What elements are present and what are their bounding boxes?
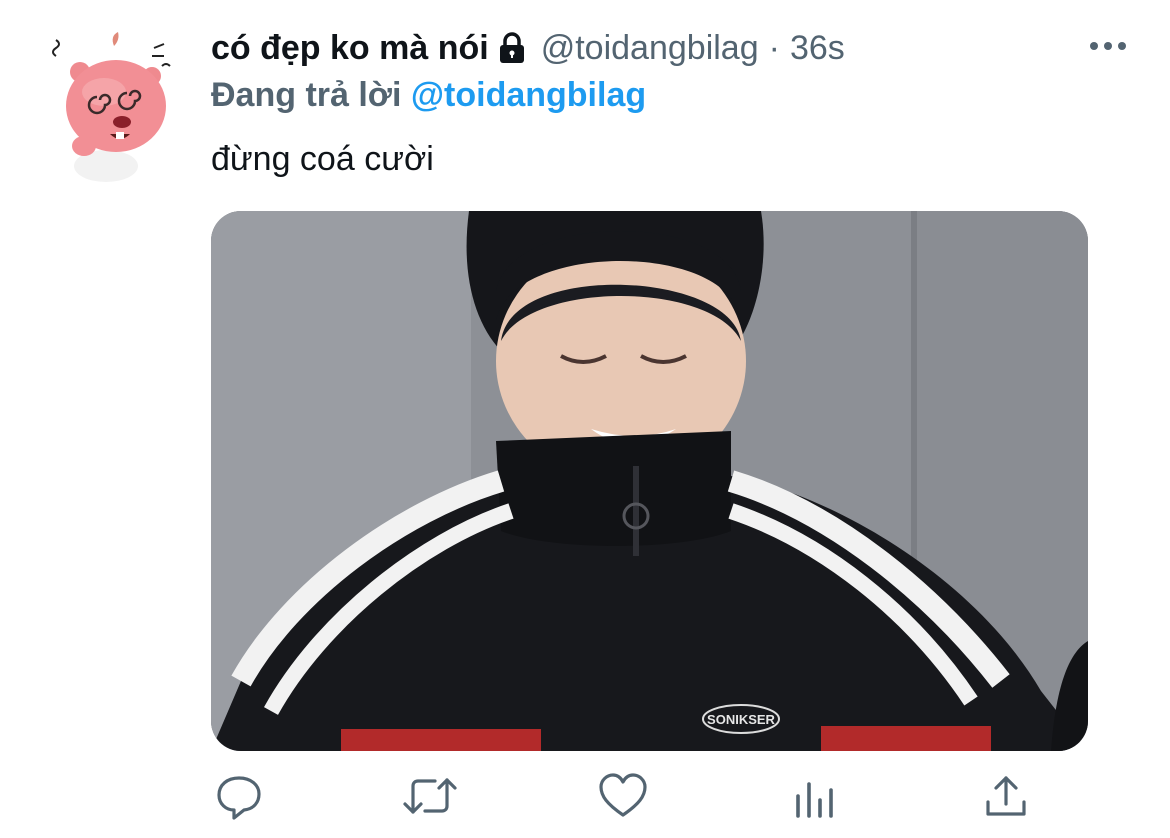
photo: SONIKSER	[211, 211, 1088, 751]
avatar-image	[52, 32, 171, 182]
replying-to-handle[interactable]: @toidangbilag	[411, 76, 646, 114]
heart-icon[interactable]	[597, 770, 649, 822]
retweet-icon[interactable]	[401, 770, 459, 822]
tweet-text: đừng coá cười	[211, 140, 434, 178]
replying-to: Đang trả lời @toidangbilag	[211, 76, 646, 115]
tweet-media-image[interactable]: SONIKSER	[211, 211, 1088, 751]
tweet-actions	[0, 770, 1170, 830]
tweet-header: có đẹp ko mà nói @toidangbilag · 36s	[211, 26, 845, 70]
avatar[interactable]	[44, 26, 174, 182]
reply-icon[interactable]	[213, 770, 265, 822]
lock-icon	[497, 31, 527, 65]
analytics-icon[interactable]	[790, 770, 842, 822]
replying-to-label: Đang trả lời	[211, 76, 402, 114]
user-handle[interactable]: @toidangbilag	[541, 29, 759, 68]
display-name[interactable]: có đẹp ko mà nói	[211, 29, 489, 68]
more-horizontal-icon[interactable]	[1086, 34, 1130, 58]
share-icon[interactable]	[980, 770, 1032, 822]
jacket-logo-text: SONIKSER	[707, 712, 776, 727]
separator-dot: ·	[768, 28, 780, 67]
timestamp[interactable]: 36s	[790, 29, 845, 68]
